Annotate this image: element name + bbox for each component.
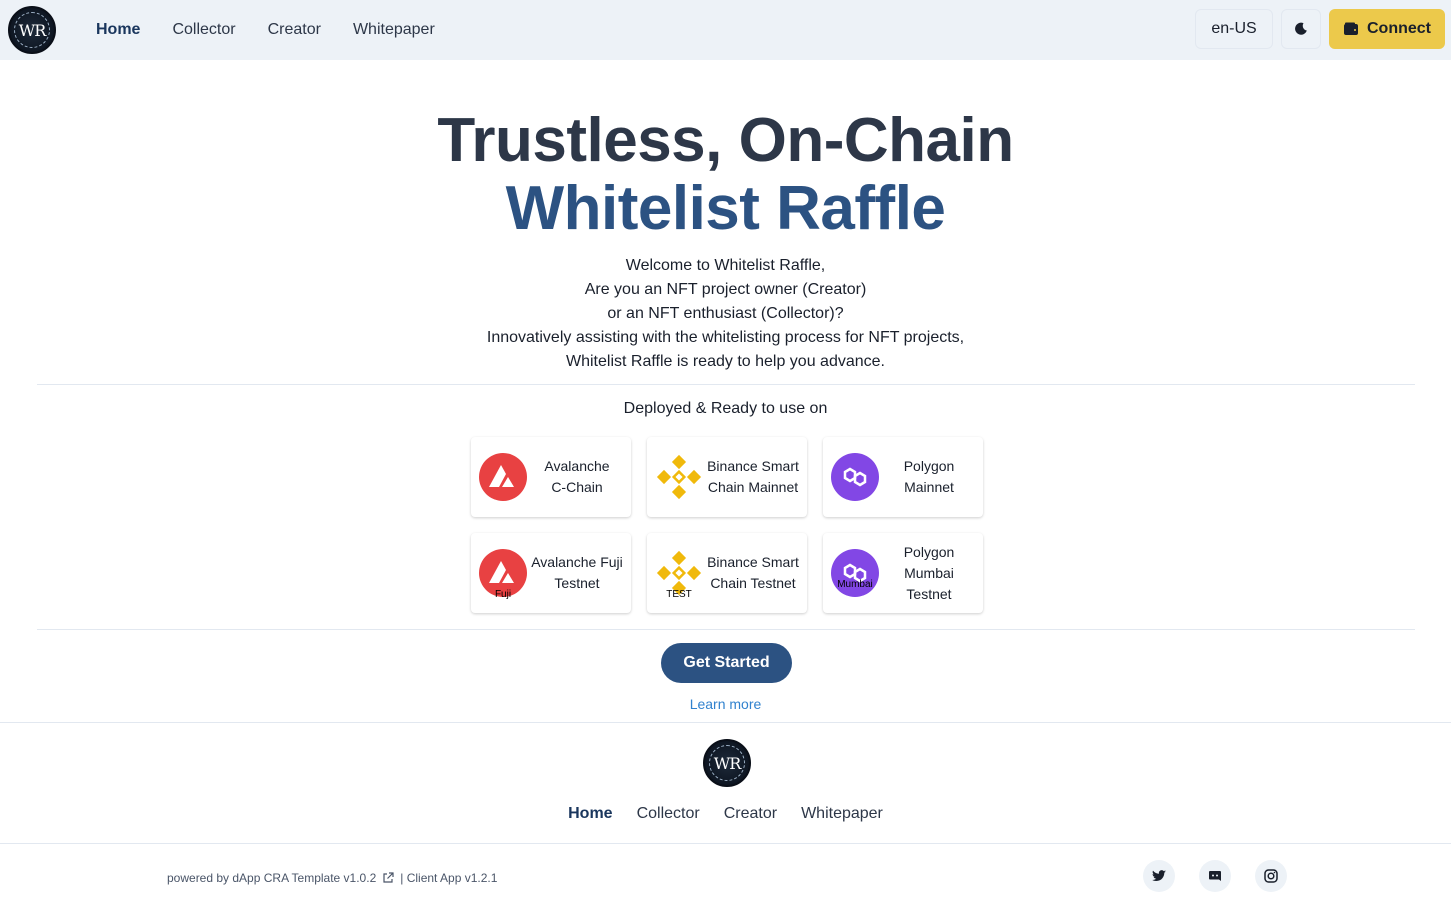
footer-divider — [0, 843, 1451, 844]
intro-text: Welcome to Whitelist Raffle, Are you an … — [0, 254, 1451, 374]
chain-card-polygon-mumbai[interactable]: Mumbai Polygon Mumbai Testnet — [823, 533, 983, 613]
moon-icon — [1295, 22, 1307, 35]
intro-line: Are you an NFT project owner (Creator) — [584, 281, 867, 298]
instagram-icon — [1264, 869, 1278, 883]
footer-divider — [0, 722, 1451, 723]
logo-text: WR — [18, 20, 46, 40]
intro-line: Innovatively assisting with the whitelis… — [486, 329, 965, 346]
connect-label: Connect — [1367, 20, 1431, 37]
section-divider — [37, 629, 1415, 630]
section-divider — [37, 384, 1415, 385]
chain-label-line: C-Chain — [551, 479, 603, 495]
discord-icon — [1209, 871, 1221, 881]
chain-label: Avalanche Fuji Testnet — [527, 552, 631, 594]
avalanche-icon — [479, 453, 527, 501]
avalanche-icon: Fuji — [479, 549, 527, 600]
top-header: WR Home Collector Creator Whitepaper en-… — [0, 0, 1451, 60]
polygon-icon — [831, 453, 879, 501]
nav-home[interactable]: Home — [96, 21, 140, 39]
chain-label: Polygon Mainnet — [879, 456, 983, 498]
chain-label: Polygon Mumbai Testnet — [879, 542, 983, 605]
get-started-button[interactable]: Get Started — [661, 643, 792, 683]
chain-label-line: Binance Smart — [707, 458, 799, 474]
instagram-button[interactable] — [1255, 860, 1287, 892]
chain-label-line: Chain Testnet — [710, 575, 796, 591]
chain-badge: TEST — [666, 589, 692, 600]
chain-card-bsc-mainnet[interactable]: Binance Smart Chain Mainnet — [647, 437, 807, 517]
chain-label-line: Avalanche Fuji — [531, 554, 623, 570]
chain-label-line: Chain Mainnet — [707, 479, 799, 495]
footer-nav-whitepaper[interactable]: Whitepaper — [801, 805, 883, 823]
chain-badge: Fuji — [494, 589, 512, 600]
theme-toggle-button[interactable] — [1281, 9, 1321, 49]
hero-title: Trustless, On-Chain — [437, 106, 1014, 175]
footer-nav-creator[interactable]: Creator — [724, 805, 777, 823]
powered-by: powered by dApp CRA Template v1.0.2 | Cl… — [167, 871, 497, 885]
chain-label-line: Testnet — [554, 575, 600, 591]
chain-label-line: Polygon — [903, 543, 955, 560]
chain-label: Binance Smart Chain Testnet — [703, 552, 807, 594]
nav-creator[interactable]: Creator — [268, 21, 321, 39]
chain-label-line: Testnet — [906, 585, 952, 602]
client-app-version: | Client App v1.2.1 — [400, 871, 498, 885]
footer-logo-text: WR — [713, 753, 741, 773]
nav-whitepaper[interactable]: Whitepaper — [353, 21, 435, 39]
chain-card-avalanche-fuji[interactable]: Fuji Avalanche Fuji Testnet — [471, 533, 631, 613]
chain-label-line: Mainnet — [904, 479, 954, 495]
chain-label-line: Mumbai — [904, 564, 954, 581]
deployed-heading: Deployed & Ready to use on — [623, 400, 828, 417]
nav-collector[interactable]: Collector — [172, 21, 235, 39]
hero-subtitle: Whitelist Raffle — [505, 174, 946, 243]
chain-label: Binance Smart Chain Mainnet — [703, 456, 807, 498]
chain-badge: Mumbai — [837, 579, 873, 590]
connect-button[interactable]: Connect — [1329, 9, 1445, 49]
footer-nav-home[interactable]: Home — [568, 805, 612, 823]
twitter-icon — [1152, 870, 1166, 882]
footer-nav-collector[interactable]: Collector — [637, 805, 700, 823]
polygon-icon: Mumbai — [831, 549, 879, 597]
language-button[interactable]: en-US — [1195, 9, 1273, 49]
site-logo[interactable]: WR — [8, 6, 56, 54]
chain-card-bsc-testnet[interactable]: TEST Binance Smart Chain Testnet — [647, 533, 807, 613]
learn-more-link: Learn more — [0, 696, 1451, 712]
powered-by-link[interactable]: powered by dApp CRA Template v1.0.2 — [167, 871, 376, 885]
intro-line: Welcome to Whitelist Raffle, — [625, 257, 826, 274]
footer-logo[interactable]: WR — [703, 739, 751, 787]
chain-label-line: Binance Smart — [707, 554, 799, 570]
binance-icon — [655, 453, 703, 501]
binance-icon: TEST — [655, 549, 703, 600]
main-nav: Home Collector Creator Whitepaper — [96, 0, 435, 60]
twitter-button[interactable] — [1143, 860, 1175, 892]
learn-more-text[interactable]: Learn more — [690, 696, 762, 712]
intro-line: or an NFT enthusiast (Collector)? — [607, 305, 844, 322]
intro-line: Whitelist Raffle is ready to help you ad… — [566, 353, 885, 370]
wallet-icon — [1344, 22, 1358, 35]
footer-nav: Home Collector Creator Whitepaper — [0, 805, 1451, 823]
chain-label: Avalanche C-Chain — [527, 456, 631, 498]
chain-card-avalanche[interactable]: Avalanche C-Chain — [471, 437, 631, 517]
external-link-icon — [383, 872, 394, 883]
chain-label-line: Avalanche — [544, 458, 610, 474]
discord-button[interactable] — [1199, 860, 1231, 892]
chain-label-line: Polygon — [903, 458, 955, 474]
chain-card-polygon-mainnet[interactable]: Polygon Mainnet — [823, 437, 983, 517]
